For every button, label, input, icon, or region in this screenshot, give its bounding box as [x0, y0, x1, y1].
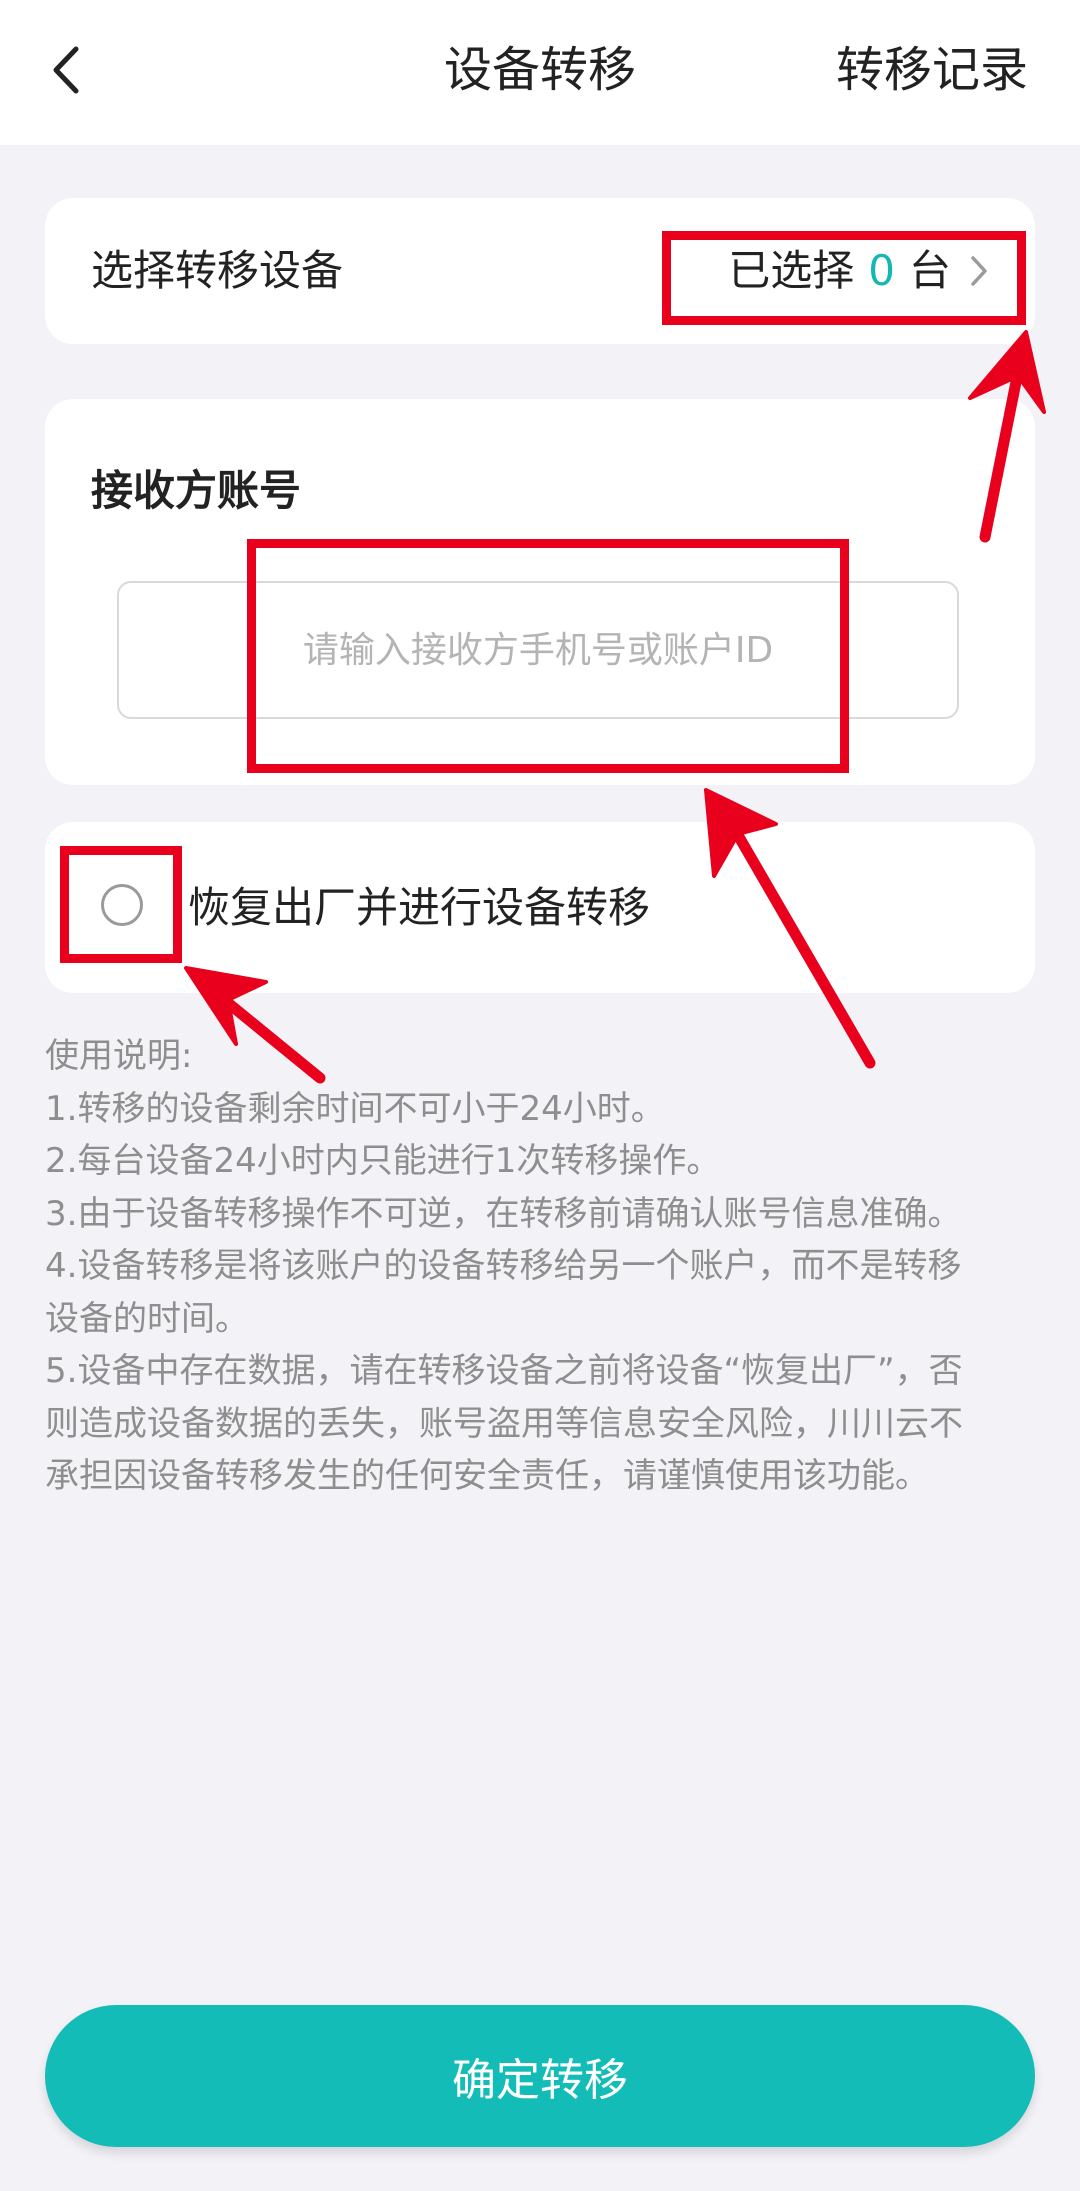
back-button[interactable]: [36, 30, 96, 110]
factory-reset-label: 恢复出厂并进行设备转移: [188, 883, 651, 932]
annotation-box-radio: [60, 846, 182, 963]
usage-notes: 使用说明: 1.转移的设备剩余时间不可小于24小时。 2.每台设备24小时内只能…: [45, 1030, 1025, 1503]
receiver-account-label: 接收方账号: [91, 466, 302, 515]
annotation-box-receiver-input: [247, 539, 849, 773]
confirm-transfer-button[interactable]: 确定转移: [45, 2005, 1035, 2147]
notes-line: 1.转移的设备剩余时间不可小于24小时。: [45, 1088, 665, 1129]
notes-line: 3.由于设备转移操作不可逆，在转移前请确认账号信息准确。: [45, 1193, 962, 1234]
notes-line: 设备的时间。: [45, 1298, 249, 1339]
transfer-records-link[interactable]: 转移记录: [836, 0, 1028, 145]
chevron-left-icon: [53, 46, 79, 94]
notes-line: 承担因设备转移发生的任何安全责任，请谨慎使用该功能。: [45, 1456, 929, 1496]
notes-line: 2.每台设备24小时内只能进行1次转移操作。: [45, 1141, 721, 1181]
select-device-label: 选择转移设备: [91, 246, 344, 295]
notes-line: 使用说明:: [45, 1036, 193, 1076]
notes-line: 4.设备转移是将该账户的设备转移给另一个账户，而不是转移: [45, 1246, 962, 1286]
notes-line: 5.设备中存在数据，请在转移设备之前将设备“恢复出厂”，否: [45, 1351, 963, 1391]
notes-line: 则造成设备数据的丢失，账号盗用等信息安全风险，川川云不: [45, 1403, 963, 1444]
top-bar: 设备转移 转移记录: [0, 0, 1080, 145]
annotation-box-selected-count: [662, 231, 1026, 325]
factory-reset-row[interactable]: 恢复出厂并进行设备转移: [45, 822, 1035, 993]
